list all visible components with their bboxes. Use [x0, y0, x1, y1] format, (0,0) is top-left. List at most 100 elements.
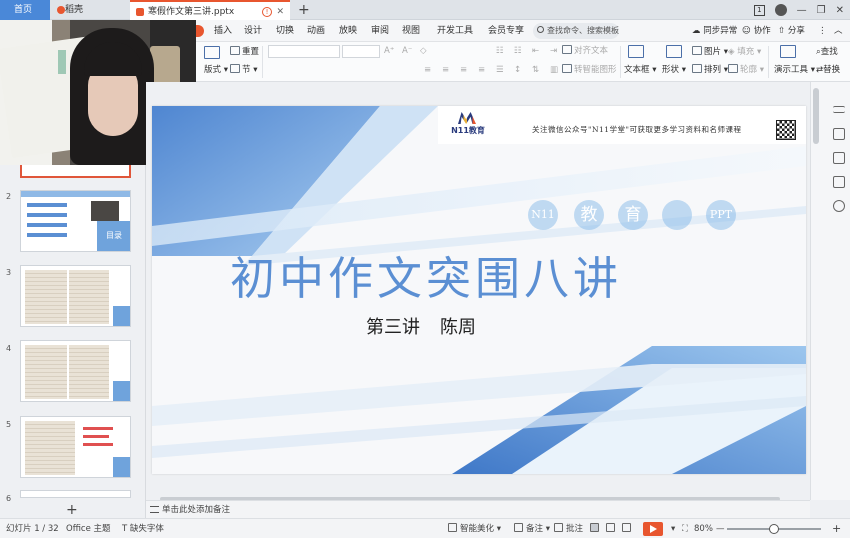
add-slide-button[interactable]: +: [66, 502, 78, 518]
restore-button[interactable]: ❐: [817, 5, 826, 16]
properties-icon[interactable]: [833, 106, 845, 113]
menu-slideshow[interactable]: 放映: [339, 20, 357, 42]
slide-subtitle[interactable]: 第三讲: [366, 313, 420, 339]
distribute-icon[interactable]: ☰: [496, 64, 504, 76]
vertical-scrollbar[interactable]: [813, 88, 819, 144]
shape-button[interactable]: [666, 45, 684, 61]
fit-window-icon[interactable]: ⛶: [682, 519, 688, 538]
menu-developer[interactable]: 开发工具: [437, 20, 473, 42]
slide-thumbnail-6[interactable]: [20, 490, 131, 498]
textbox-button[interactable]: [628, 45, 646, 61]
ribbon-separator: [262, 46, 263, 78]
sync-label: 同步异常: [703, 26, 738, 36]
arrange-button[interactable]: 排列 ▾: [692, 64, 728, 76]
menu-insert[interactable]: 插入: [214, 20, 232, 42]
bullets-icon[interactable]: ☷: [496, 45, 504, 57]
fill-button[interactable]: ◈ 填充 ▾: [728, 46, 761, 58]
outline-button[interactable]: 轮廓 ▾: [728, 64, 764, 76]
close-tab-icon[interactable]: ✕: [276, 2, 284, 22]
textbox-label-button[interactable]: 文本框 ▾: [624, 64, 656, 76]
notes-toggle-button[interactable]: 备注 ▾: [514, 519, 550, 538]
help-icon[interactable]: [833, 200, 845, 212]
slide-thumbnail-4[interactable]: [20, 340, 131, 402]
close-window-button[interactable]: ✕: [836, 5, 844, 16]
text-direction-icon[interactable]: ⇅: [532, 64, 539, 76]
slide-thumbnail-5[interactable]: [20, 416, 131, 478]
zoom-value[interactable]: 80%: [694, 519, 713, 538]
minimize-button[interactable]: —: [797, 5, 807, 16]
layers-icon[interactable]: [833, 176, 845, 188]
present-tools-label-button[interactable]: 演示工具 ▾: [774, 64, 815, 76]
star-icon[interactable]: [833, 152, 845, 164]
menu-view[interactable]: 视图: [402, 20, 420, 42]
reading-view-icon[interactable]: [622, 519, 634, 538]
picture-button[interactable]: 图片 ▾: [692, 46, 728, 58]
reset-button[interactable]: 重置: [230, 46, 259, 58]
zoom-out-button[interactable]: —: [716, 519, 725, 538]
menu-review[interactable]: 审阅: [371, 20, 389, 42]
new-slide-button[interactable]: [204, 46, 222, 62]
play-slideshow-button[interactable]: [643, 522, 663, 536]
font-family-select[interactable]: [268, 45, 340, 58]
share-button[interactable]: ⇧ 分享: [778, 20, 805, 42]
present-tools-button[interactable]: [780, 45, 798, 61]
new-slide-icon: [204, 46, 220, 59]
app-menu-icon[interactable]: [196, 25, 204, 37]
align-left-icon[interactable]: ≡: [424, 64, 431, 76]
font-grow-icon[interactable]: A⁺: [384, 45, 394, 57]
slide-thumbnail-2[interactable]: 目录: [20, 190, 131, 252]
line-spacing-icon[interactable]: ↕: [514, 64, 521, 76]
normal-view-icon[interactable]: [590, 519, 602, 538]
align-center-icon[interactable]: ≡: [442, 64, 449, 76]
convert-smartart-button[interactable]: 转智能图形: [562, 64, 617, 76]
current-slide[interactable]: N11教育 关注微信公众号"N11学堂"可获取更多学习资料和名师课程 N11 教…: [152, 106, 806, 474]
zoom-slider-knob[interactable]: [769, 524, 779, 534]
comments-button[interactable]: 批注: [554, 519, 583, 538]
menu-transition[interactable]: 切换: [276, 20, 294, 42]
section-button[interactable]: 节 ▾: [230, 64, 257, 76]
slide-author[interactable]: 陈周: [440, 313, 476, 339]
more-menu-icon[interactable]: ⋮: [818, 20, 827, 42]
slide-counter: 幻灯片 1 / 32: [6, 524, 59, 534]
status-bar: 幻灯片 1 / 32 Office 主题 T 缺失字体 智能美化 ▾ 备注 ▾ …: [0, 518, 850, 538]
dropdown-chevron-icon[interactable]: ▾: [671, 519, 675, 538]
numbering-icon[interactable]: ☷: [514, 45, 522, 57]
tab-home[interactable]: 首页: [0, 0, 50, 20]
command-search-input[interactable]: 查找命令、搜索模板: [533, 23, 619, 39]
align-right-icon[interactable]: ≡: [460, 64, 467, 76]
indent-increase-icon[interactable]: ⇥: [550, 45, 557, 57]
align-text-button[interactable]: 对齐文本: [562, 45, 608, 57]
sync-status-button[interactable]: ☁ 同步异常: [692, 20, 737, 42]
indent-decrease-icon[interactable]: ⇤: [532, 45, 539, 57]
menu-design[interactable]: 设计: [244, 20, 262, 42]
tab-daoke[interactable]: 稻壳: [51, 0, 126, 20]
clear-format-icon[interactable]: ◇: [420, 45, 427, 57]
menu-member[interactable]: 会员专享: [488, 20, 524, 42]
collab-button[interactable]: ☺ 协作: [742, 20, 771, 42]
replace-button[interactable]: ⇄替换: [816, 64, 840, 76]
window-count-badge[interactable]: 1: [754, 4, 765, 16]
menu-animation[interactable]: 动画: [307, 20, 325, 42]
pointer-icon[interactable]: [833, 128, 845, 140]
thumb-band: [113, 381, 130, 401]
slide-thumbnail-3[interactable]: [20, 265, 131, 327]
new-tab-button[interactable]: +: [298, 0, 310, 20]
user-avatar[interactable]: [774, 4, 787, 16]
font-shrink-icon[interactable]: A⁻: [402, 45, 412, 57]
justify-icon[interactable]: ≡: [478, 64, 485, 76]
smart-beautify-button[interactable]: 智能美化 ▾: [448, 519, 501, 538]
notes-bar[interactable]: 单击此处添加备注: [146, 500, 810, 518]
shape-label-button[interactable]: 形状 ▾: [662, 64, 686, 76]
missing-font-button[interactable]: T 缺失字体: [122, 519, 164, 538]
find-button[interactable]: ⌕查找: [816, 46, 838, 58]
smartart-icon: [562, 64, 572, 73]
sorter-view-icon[interactable]: [606, 519, 618, 538]
zoom-in-button[interactable]: +: [832, 519, 841, 538]
slide-title[interactable]: 初中作文突围八讲: [230, 242, 622, 307]
webcam-object: [150, 46, 180, 86]
collapse-ribbon-icon[interactable]: ︿: [834, 20, 843, 42]
columns-icon[interactable]: ▥: [550, 64, 558, 76]
tab-document[interactable]: 寒假作文第三讲.pptx! ✕: [130, 0, 290, 20]
layout-button[interactable]: 版式 ▾: [204, 64, 228, 76]
font-size-select[interactable]: [342, 45, 380, 58]
